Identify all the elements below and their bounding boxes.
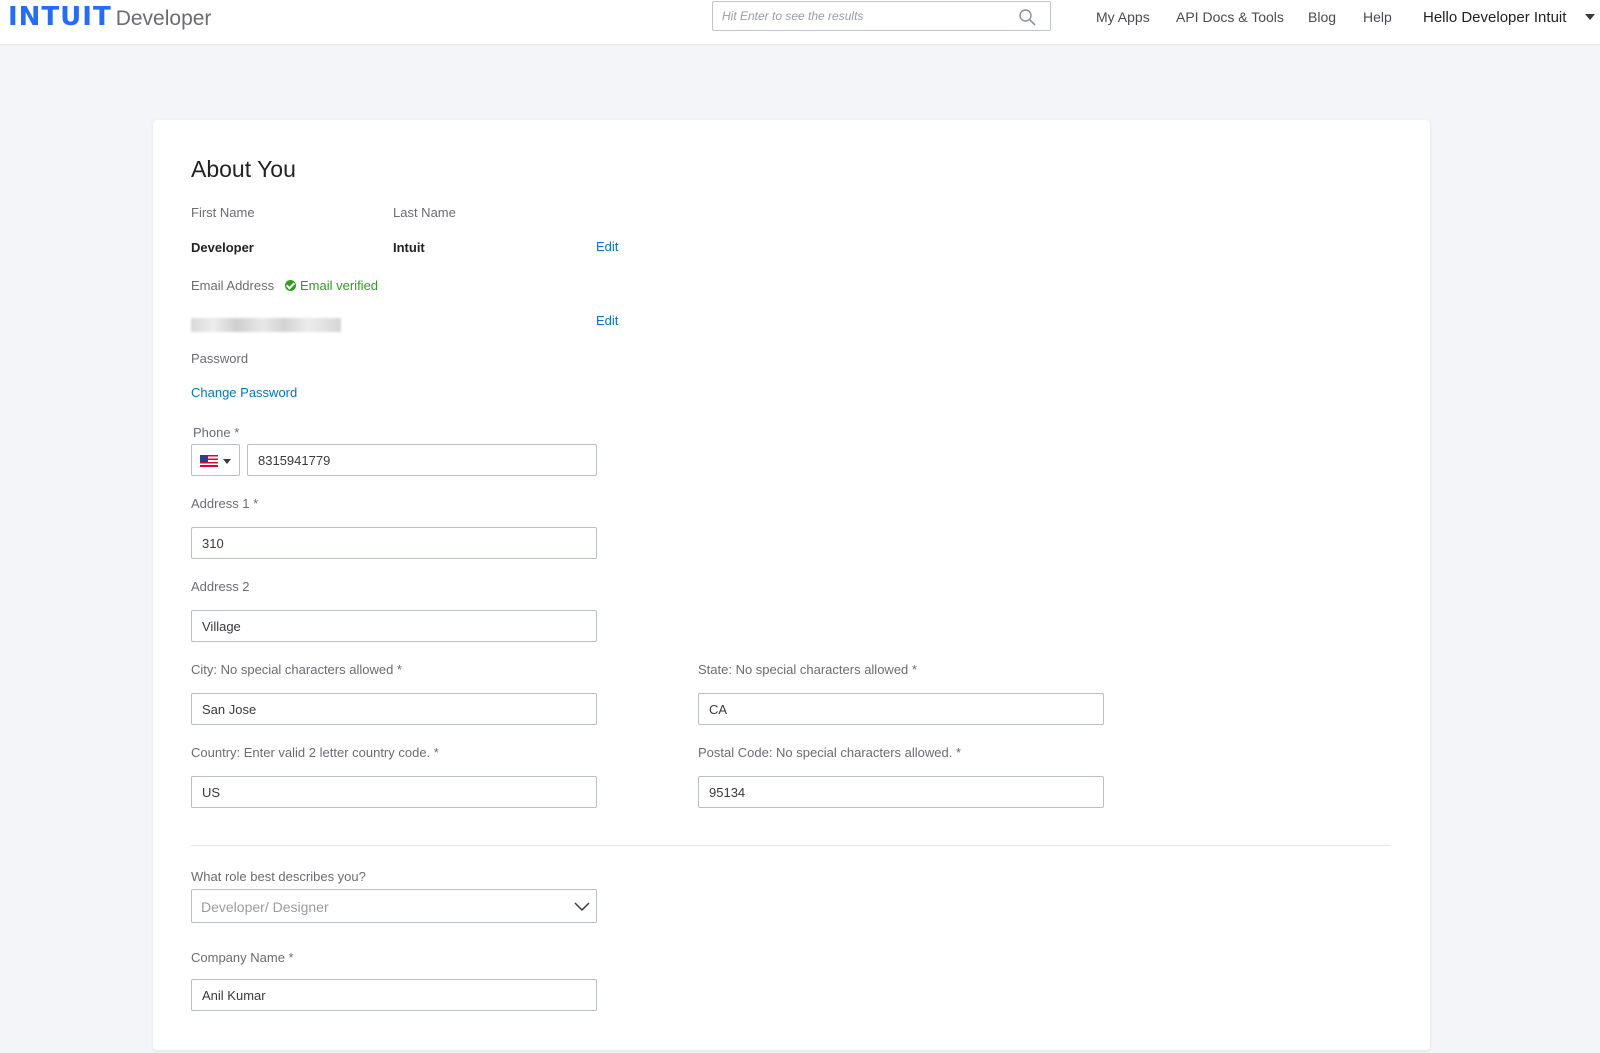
us-flag-icon bbox=[200, 455, 218, 467]
role-label: What role best describes you? bbox=[191, 869, 366, 884]
redacted-email-value bbox=[191, 318, 341, 332]
chevron-down-icon bbox=[574, 902, 590, 912]
company-name-label: Company Name * bbox=[191, 950, 294, 965]
nav-my-apps[interactable]: My Apps bbox=[1096, 9, 1150, 25]
first-name-label: First Name bbox=[191, 205, 255, 220]
address2-input[interactable] bbox=[191, 610, 597, 642]
chevron-down-icon bbox=[223, 459, 231, 464]
role-select[interactable]: Developer/ Designer bbox=[191, 889, 597, 923]
intuit-developer-logo[interactable]: INTUIT Developer bbox=[8, 2, 211, 32]
check-circle-icon bbox=[285, 280, 296, 291]
change-password-link[interactable]: Change Password bbox=[191, 385, 297, 400]
edit-email-link[interactable]: Edit bbox=[596, 313, 618, 328]
address2-label: Address 2 bbox=[191, 579, 250, 594]
last-name-value: Intuit bbox=[393, 240, 425, 255]
postal-code-label: Postal Code: No special characters allow… bbox=[698, 745, 962, 760]
phone-input[interactable] bbox=[247, 444, 597, 476]
search-icon[interactable] bbox=[1018, 8, 1036, 26]
phone-label: Phone * bbox=[193, 425, 240, 440]
nav-blog[interactable]: Blog bbox=[1308, 9, 1336, 25]
password-label: Password bbox=[191, 351, 249, 366]
about-you-card: About You First Name Last Name Developer… bbox=[153, 120, 1430, 1050]
city-input[interactable] bbox=[191, 693, 597, 725]
postal-code-input[interactable] bbox=[698, 776, 1104, 808]
section-divider bbox=[191, 845, 1391, 846]
logo-product-text: Developer bbox=[115, 7, 212, 30]
address1-input[interactable] bbox=[191, 527, 597, 559]
role-selected-value: Developer/ Designer bbox=[201, 899, 329, 915]
country-label: Country: Enter valid 2 letter country co… bbox=[191, 745, 439, 760]
edit-name-link[interactable]: Edit bbox=[596, 239, 618, 254]
logo-brand-text: INTUIT bbox=[8, 2, 112, 32]
top-navigation-bar: INTUITDeveloper My Apps API Docs & Tools… bbox=[0, 0, 1600, 45]
email-verified-badge: Email verified bbox=[285, 278, 378, 293]
first-name-value: Developer bbox=[191, 240, 254, 255]
nav-help[interactable]: Help bbox=[1363, 9, 1392, 25]
country-input[interactable] bbox=[191, 776, 597, 808]
last-name-label: Last Name bbox=[393, 205, 456, 220]
state-input[interactable] bbox=[698, 693, 1104, 725]
search-input[interactable] bbox=[713, 2, 1013, 30]
city-label: City: No special characters allowed * bbox=[191, 662, 402, 677]
nav-api-docs-tools[interactable]: API Docs & Tools bbox=[1176, 9, 1284, 25]
state-label: State: No special characters allowed * bbox=[698, 662, 917, 677]
email-label: Email Address bbox=[191, 278, 275, 293]
company-name-input[interactable] bbox=[191, 979, 597, 1011]
user-menu[interactable]: Hello Developer Intuit bbox=[1423, 9, 1566, 26]
caret-down-icon[interactable] bbox=[1585, 14, 1595, 20]
email-verified-text: Email verified bbox=[300, 278, 379, 293]
search-box bbox=[712, 1, 1051, 31]
phone-country-select[interactable] bbox=[191, 444, 240, 476]
page-title: About You bbox=[191, 156, 296, 182]
address1-label: Address 1 * bbox=[191, 496, 259, 511]
